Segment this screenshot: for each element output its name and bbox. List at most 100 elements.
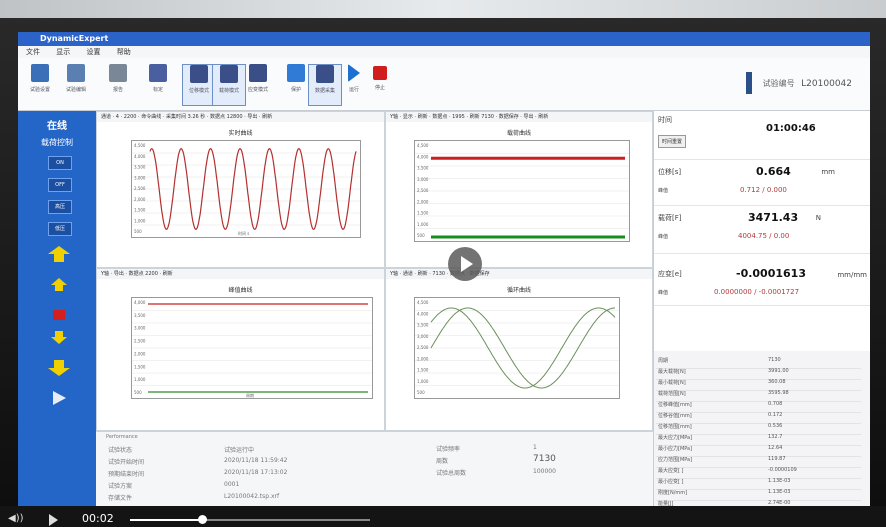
displacement-mode-button[interactable]: 位移模式	[182, 64, 216, 106]
strain-mode-button[interactable]: 应变模式	[242, 64, 274, 104]
readout-panel: 时间 时间重置 01:00:46 位移[s] 0.664 mm 峰值 0.712…	[653, 111, 870, 506]
stats-key: 最小应变[ ]	[658, 479, 684, 485]
chart3-plot: 4,000 3,500 3,000 2,500 2,000 1,500 1,000 500 周期	[131, 297, 373, 399]
stop-jog-icon[interactable]	[53, 310, 65, 320]
y-tick-label: 4,000	[417, 154, 429, 159]
x-axis-label: 时间 s	[238, 230, 249, 236]
stats-value: 0.708	[768, 401, 783, 407]
up-icon[interactable]	[48, 276, 70, 292]
y-tick-label: 4,500	[417, 300, 429, 305]
stats-value: -0.0000109	[768, 467, 797, 473]
y-tick-label: 1,500	[134, 208, 146, 213]
fast-up-icon[interactable]	[48, 246, 70, 262]
menu-help[interactable]: 帮助	[117, 48, 131, 56]
video-seekbar[interactable]	[130, 515, 370, 524]
test-edit-button[interactable]: 试验编辑	[60, 64, 92, 104]
performance-panel: Performance 试验状态 试验运行中 试验开始时间 2020/11/18…	[96, 431, 653, 506]
strain-peak: 0.0000000 / -0.0001727	[714, 288, 800, 296]
perf-key-2: 预期结束时间	[108, 471, 145, 478]
chart1-title: 实时曲线	[228, 130, 253, 137]
chart3-title: 峰值曲线	[228, 287, 253, 294]
perf-val-4: L20100042.tsp.xrf	[224, 493, 280, 500]
perf-key-3: 试验方案	[108, 483, 133, 490]
stats-value: 1.13E-03	[768, 478, 791, 484]
report-button[interactable]: 报告	[102, 64, 134, 104]
chart4-toolbar: Y轴 · 通道 · 刷新 · 7130 · 数据点 · 数据保存	[386, 269, 652, 279]
down-icon[interactable]	[48, 330, 70, 346]
y-tick-label: 4,000	[417, 311, 429, 316]
on-button[interactable]: ON	[48, 156, 72, 170]
y-tick-label: 500	[417, 233, 425, 238]
test-settings-button[interactable]: 试验设置	[24, 64, 56, 104]
load-mode-button[interactable]: 载荷模式	[212, 64, 246, 106]
stats-key: 最小应力[MPa]	[658, 446, 693, 452]
video-progress	[130, 519, 202, 521]
y-tick-label: 2,500	[417, 345, 429, 350]
off-button[interactable]: OFF	[48, 178, 72, 192]
strain-peak-label: 峰值	[658, 290, 669, 296]
window-titlebar: DynamicExpert	[18, 32, 870, 46]
y-tick-label: 1,000	[417, 379, 429, 384]
chart2-plot: 4,500 4,000 3,500 3,000 2,500 2,000 1,500 1,000…	[414, 140, 630, 242]
y-tick-label: 4,000	[134, 154, 146, 159]
video-play-icon[interactable]	[49, 514, 58, 526]
chart4-title: 循环曲线	[506, 287, 531, 294]
y-tick-label: 1,000	[134, 377, 146, 382]
chart1-toolbar: 通道 · 4 · 2200 · 命令曲线 · 采集时间 3.26 秒 · 数据点…	[97, 112, 384, 122]
calibrate-button[interactable]: 标定	[142, 64, 174, 104]
perf-key-1: 试验开始时间	[108, 459, 145, 466]
displacement-label: 位移[s]	[658, 168, 682, 176]
stats-value: 3991.00	[768, 368, 789, 374]
window-title: DynamicExpert	[40, 34, 109, 43]
y-tick-label: 3,500	[417, 166, 429, 171]
y-tick-label: 2,000	[417, 356, 429, 361]
x-axis-label: 周期	[246, 392, 254, 398]
fast-down-icon[interactable]	[48, 360, 70, 376]
video-play-overlay-icon[interactable]	[448, 247, 482, 281]
chart4-plot: 4,500 4,000 3,500 3,000 2,500 2,000 1,500 1,000…	[414, 297, 620, 399]
chart-pane-3: Y轴 · 导出 · 数据点 2200 · 刷新 峰值曲线 4,000 3,500 3…	[96, 268, 385, 431]
stats-value: 0.172	[768, 412, 783, 418]
toolbar: 试验设置 试验编辑 报告 标定 位移模式 载荷模式 应变模式 保护 数据采集 运…	[18, 58, 870, 111]
specimen-label: 试验编号	[762, 79, 795, 88]
high-pressure-button[interactable]: 高压	[48, 200, 72, 214]
stop-button[interactable]: 停止	[364, 64, 396, 104]
menu-settings[interactable]: 设置	[86, 48, 100, 56]
y-tick-label: 2,500	[134, 186, 146, 191]
stats-key: 位移范围[mm]	[658, 424, 692, 430]
app-window: DynamicExpert 文件 显示 设置 帮助 试验设置 试验编辑 报告 标…	[18, 32, 870, 506]
y-tick-label: 500	[134, 390, 142, 395]
low-pressure-button[interactable]: 低压	[48, 222, 72, 236]
perf-key-4: 存储文件	[108, 495, 133, 502]
time-label: 时间	[658, 116, 672, 124]
y-tick-label: 3,000	[134, 326, 146, 331]
time-reset-button[interactable]: 时间重置	[658, 135, 687, 148]
video-seek-handle[interactable]	[198, 515, 207, 524]
series-band-1	[431, 235, 625, 239]
time-block: 时间 时间重置 01:00:46	[654, 111, 870, 160]
stats-value: 0.536	[768, 423, 783, 429]
menu-file[interactable]: 文件	[26, 48, 40, 56]
stats-value: 119.87	[768, 456, 786, 462]
strain-block: 应变[e] -0.0001613 mm/mm 峰值 0.0000000 / -0…	[654, 253, 870, 306]
specimen-id: L20100042	[801, 79, 852, 89]
displacement-peak-label: 峰值	[658, 188, 669, 194]
y-tick-label: 3,500	[417, 323, 429, 328]
volume-icon[interactable]: ◀))	[8, 513, 24, 524]
stats-key: 最大应变[ ]	[658, 468, 684, 474]
menu-view[interactable]: 显示	[56, 48, 70, 56]
load-value: 3471.43	[748, 211, 799, 224]
stats-key: 最大应力[MPa]	[658, 435, 693, 441]
time-value: 01:00:46	[766, 123, 816, 134]
play-icon[interactable]	[48, 390, 70, 406]
perf-val-0: 试验运行中	[224, 447, 255, 454]
y-tick-label: 500	[417, 390, 425, 395]
perf-rval-1: 7130	[533, 454, 556, 464]
perf-rval-2: 100000	[533, 468, 556, 475]
load-mode-icon	[220, 65, 238, 83]
strain-label: 应变[e]	[658, 270, 682, 278]
stats-key: 最大载荷[N]	[658, 369, 686, 375]
chart-area: 通道 · 4 · 2200 · 命令曲线 · 采集时间 3.26 秒 · 数据点…	[96, 111, 653, 431]
control-mode: 载荷控制	[41, 138, 73, 147]
data-acquire-button[interactable]: 数据采集	[308, 64, 342, 106]
